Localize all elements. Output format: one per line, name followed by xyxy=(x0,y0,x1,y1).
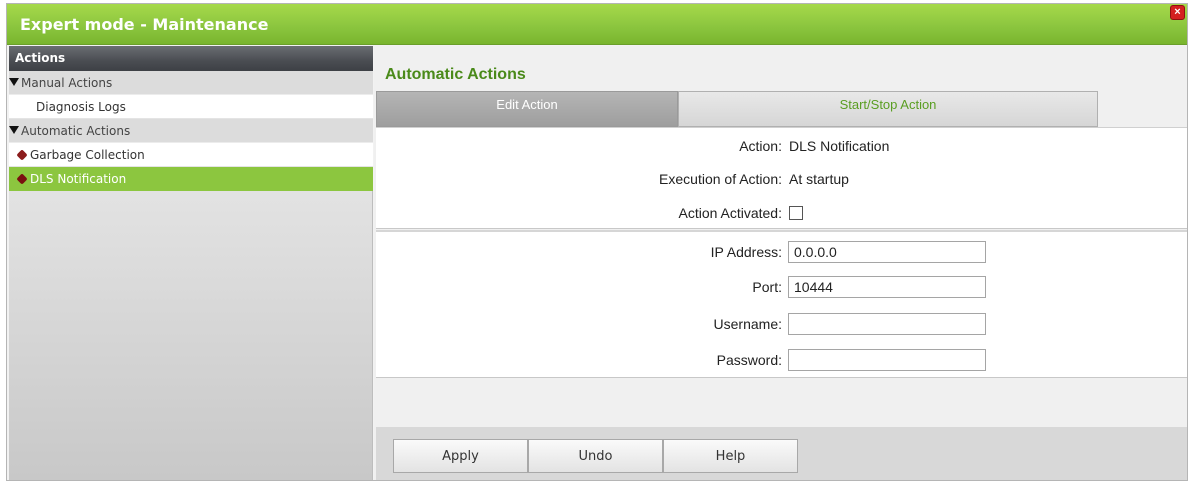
password-input[interactable] xyxy=(788,349,986,371)
sidebar-item-label: Garbage Collection xyxy=(30,148,145,162)
action-info-panel: Action: DLS Notification Execution of Ac… xyxy=(376,127,1187,229)
username-label: Username: xyxy=(713,316,782,332)
username-row: Username: xyxy=(376,313,1187,337)
expand-triangle-icon xyxy=(9,126,19,134)
password-row: Password: xyxy=(376,349,1187,373)
help-button[interactable]: Help xyxy=(663,439,798,473)
sidebar-item-label: DLS Notification xyxy=(30,172,127,186)
username-input[interactable] xyxy=(788,313,986,335)
sidebar-item-label: Automatic Actions xyxy=(21,124,131,138)
undo-button[interactable]: Undo xyxy=(528,439,663,473)
port-row: Port: xyxy=(376,276,1187,300)
ip-row: IP Address: xyxy=(376,241,1187,265)
action-label: Action: xyxy=(739,138,782,154)
tab-bar: Edit Action Start/Stop Action xyxy=(376,91,1106,127)
sidebar-item-diagnosis-logs[interactable]: Diagnosis Logs xyxy=(9,95,373,119)
execution-label: Execution of Action: xyxy=(659,171,782,187)
ip-address-input[interactable] xyxy=(788,241,986,263)
activated-row: Action Activated: xyxy=(376,202,1187,226)
sidebar-item-garbage-collection[interactable]: Garbage Collection xyxy=(9,143,373,167)
bullet-diamond-icon xyxy=(16,173,28,185)
page-title: Automatic Actions xyxy=(385,66,526,83)
close-icon[interactable]: × xyxy=(1170,5,1185,20)
button-bar: Apply Undo Help xyxy=(376,427,1187,480)
sidebar-header: Actions xyxy=(9,46,373,71)
tab-edit-action[interactable]: Edit Action xyxy=(376,91,678,127)
title-bar: Expert mode - Maintenance × xyxy=(7,4,1187,45)
execution-row: Execution of Action: At startup xyxy=(376,168,1187,192)
ip-address-label: IP Address: xyxy=(710,244,782,260)
sidebar-group-manual-actions[interactable]: Manual Actions xyxy=(9,71,373,95)
expand-triangle-icon xyxy=(9,78,19,86)
port-input[interactable] xyxy=(788,276,986,298)
port-label: Port: xyxy=(752,279,782,295)
action-row: Action: DLS Notification xyxy=(376,135,1187,159)
maintenance-window: Expert mode - Maintenance × Actions Manu… xyxy=(6,3,1188,481)
sidebar-item-label: Diagnosis Logs xyxy=(36,100,126,114)
action-activated-checkbox[interactable] xyxy=(789,206,803,220)
sidebar-item-label: Manual Actions xyxy=(21,76,113,90)
sidebar-item-dls-notification[interactable]: DLS Notification xyxy=(9,167,373,191)
connection-settings-panel: IP Address: Port: Username: Password: xyxy=(376,230,1187,378)
activated-label: Action Activated: xyxy=(678,205,782,221)
action-value: DLS Notification xyxy=(789,138,890,154)
sidebar-group-automatic-actions[interactable]: Automatic Actions xyxy=(9,119,373,143)
apply-button[interactable]: Apply xyxy=(393,439,528,473)
main-content: Automatic Actions Edit Action Start/Stop… xyxy=(374,46,1187,480)
window-title: Expert mode - Maintenance xyxy=(20,15,269,34)
sidebar: Actions Manual Actions Diagnosis Logs Au… xyxy=(9,46,373,480)
password-label: Password: xyxy=(716,352,782,368)
bullet-diamond-icon xyxy=(16,149,28,161)
execution-value: At startup xyxy=(789,171,849,187)
tab-start-stop-action[interactable]: Start/Stop Action xyxy=(678,91,1098,127)
